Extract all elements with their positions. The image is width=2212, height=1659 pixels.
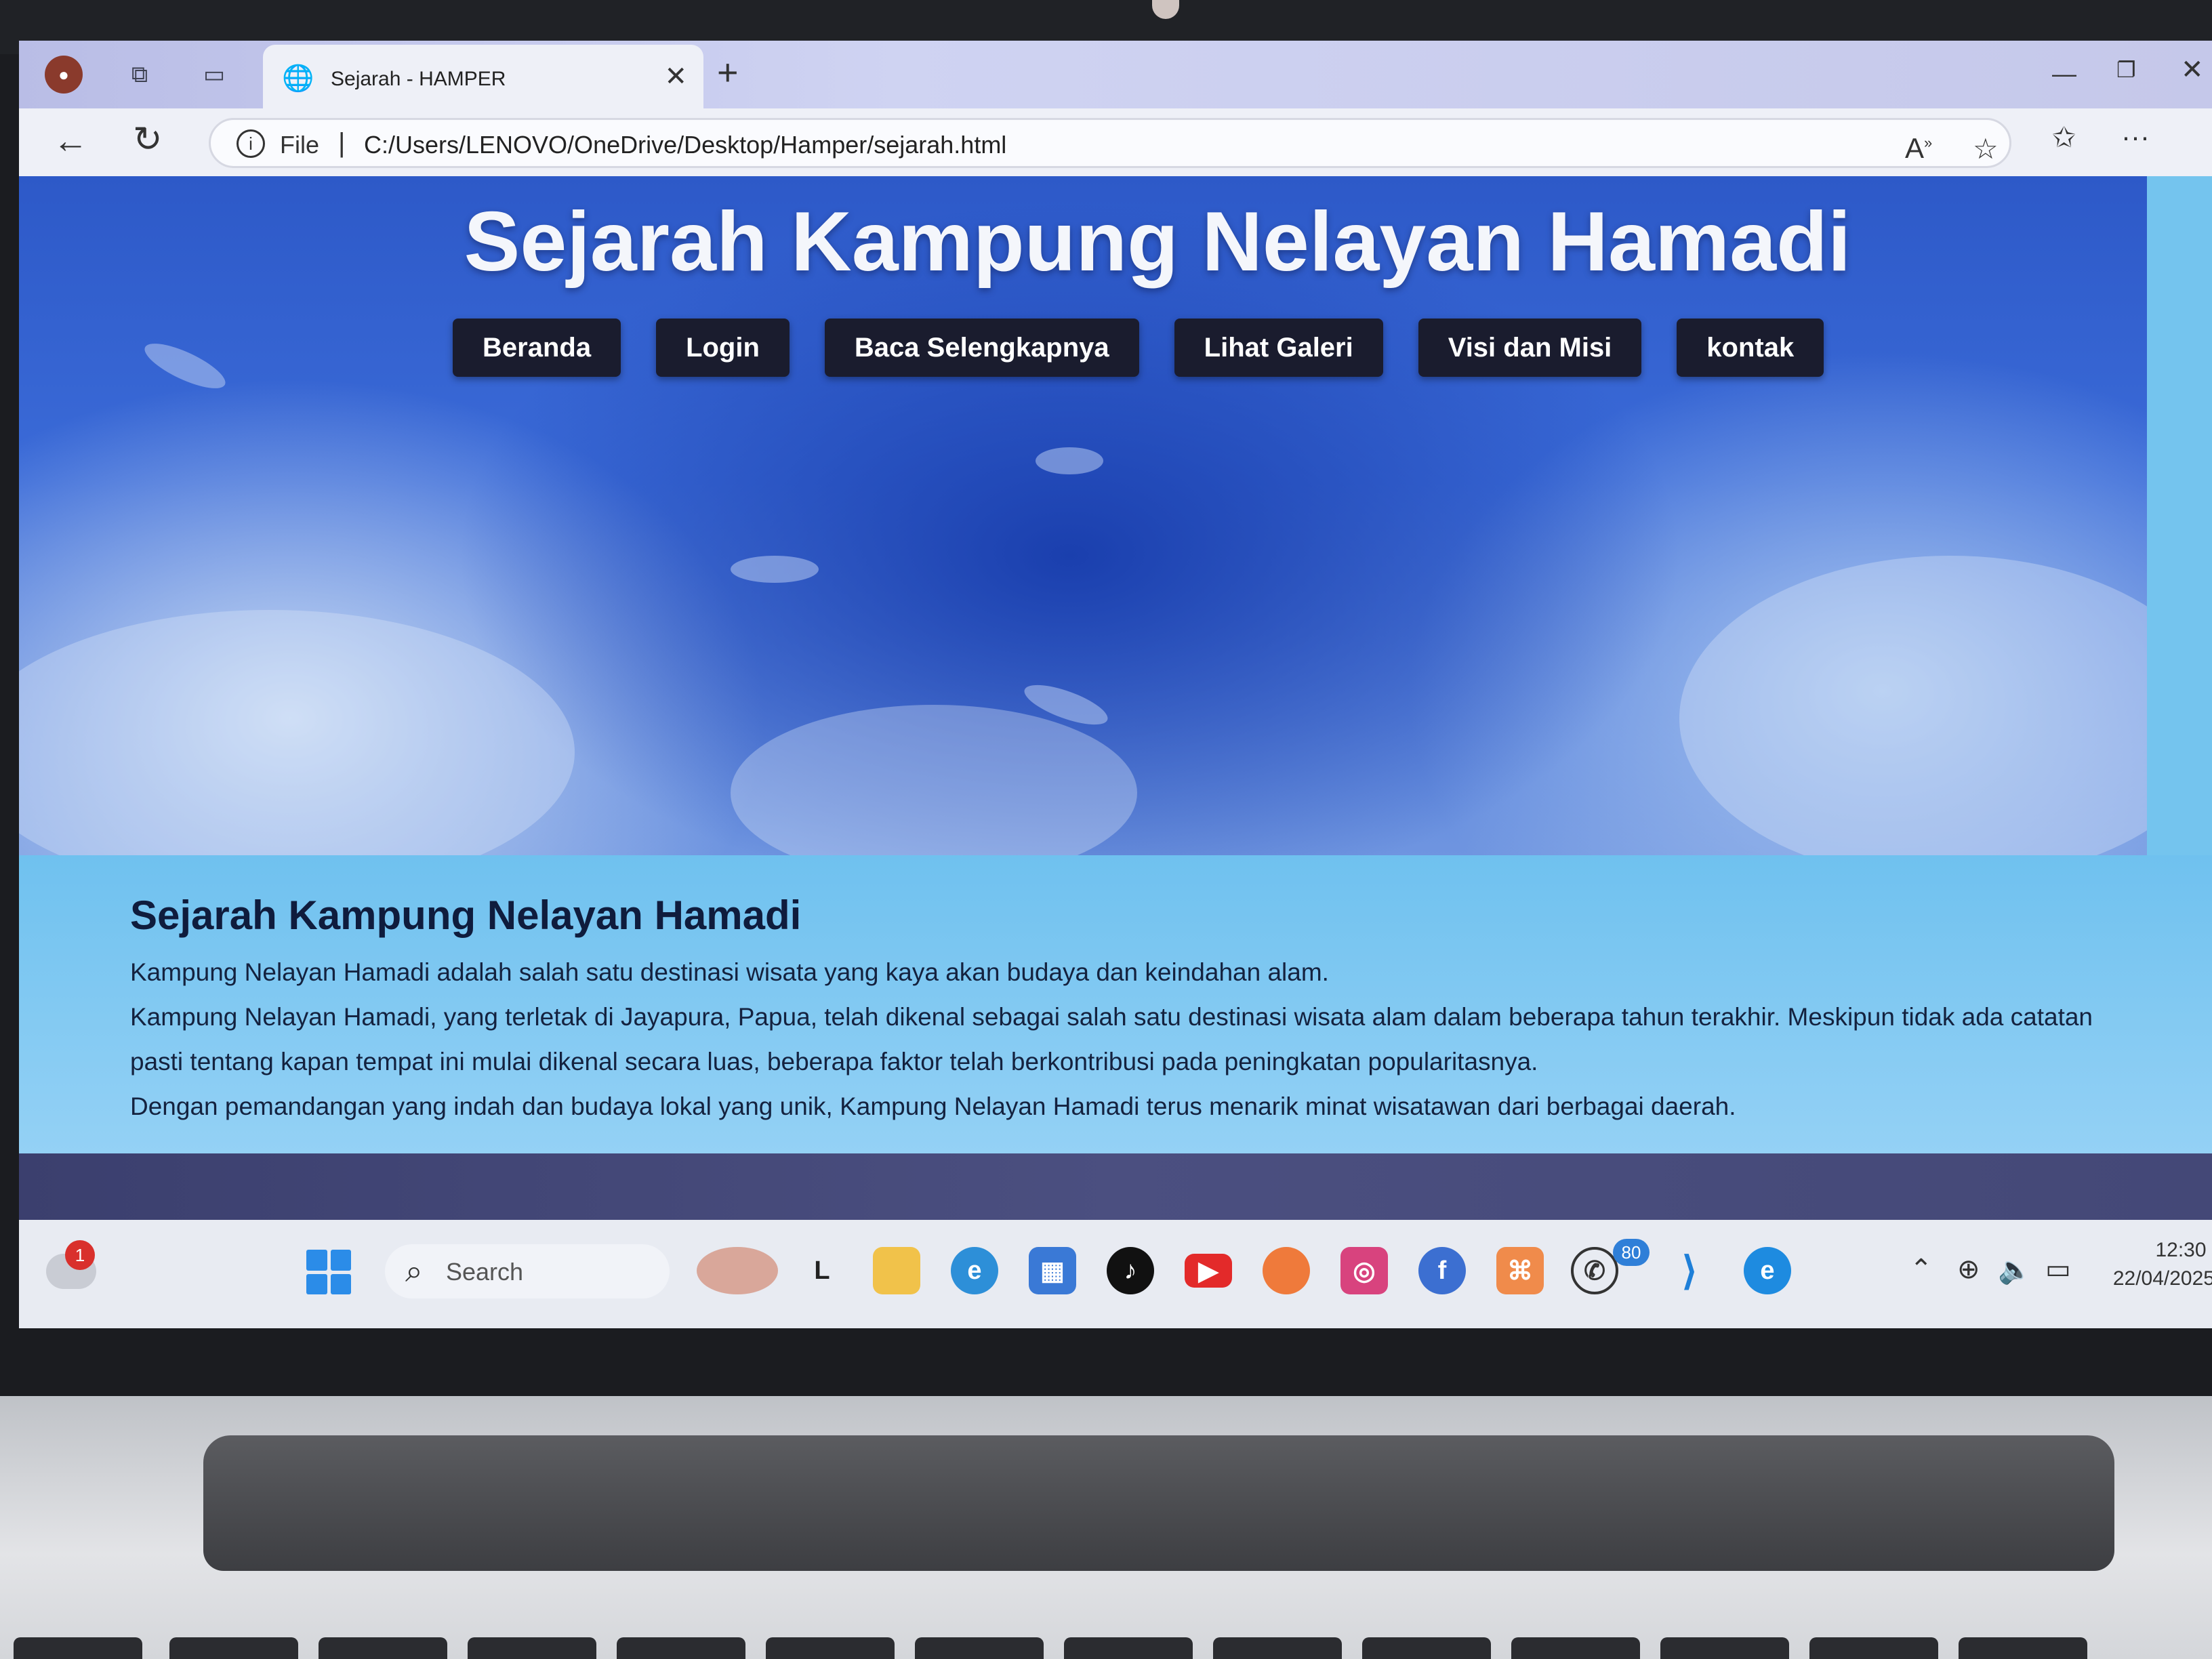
paragraph-closing: Dengan pemandangan yang indah dan budaya… <box>130 1092 1736 1120</box>
volume-icon[interactable]: 🔈 <box>1998 1254 2032 1286</box>
file-explorer-icon[interactable] <box>873 1247 920 1294</box>
hero-banner: Sejarah Kampung Nelayan Hamadi Beranda L… <box>19 176 2147 855</box>
keyboard-key <box>766 1637 895 1659</box>
info-icon[interactable]: i <box>237 129 265 158</box>
notification-badge: 1 <box>65 1240 95 1270</box>
clock-date[interactable]: 22/04/2025 <box>2093 1267 2212 1290</box>
xampp-icon[interactable]: ⌘ <box>1496 1247 1544 1294</box>
search-icon: ⌕ <box>405 1253 423 1288</box>
show-hidden-icons-icon[interactable]: ⌃ <box>1910 1254 1933 1285</box>
reload-icon[interactable]: ↻ <box>133 119 163 160</box>
taskbar-search[interactable]: ⌕ Search <box>385 1244 670 1298</box>
screen: ● ⧉ ▭ 🌐 Sejarah - HAMPER ✕ + — ❐ ✕ ← ↻ i… <box>19 41 2212 1328</box>
restore-icon[interactable]: ❐ <box>2116 57 2136 83</box>
back-arrow-icon[interactable]: ← <box>53 121 88 161</box>
nav-baca-selengkapnya-button[interactable]: Baca Selengkapnya <box>824 319 1139 377</box>
browser-toolbar: ← ↻ i File | C:/Users/LENOVO/OneDrive/De… <box>19 108 2212 176</box>
keyboard-key <box>1362 1637 1491 1659</box>
keyboard-key <box>468 1637 596 1659</box>
profile-avatar-icon[interactable]: ● <box>45 56 83 94</box>
vscode-icon[interactable]: ⟩ <box>1666 1247 1713 1294</box>
whatsapp-icon[interactable]: ✆ <box>1571 1247 1618 1294</box>
files-icon[interactable]: L <box>798 1247 846 1294</box>
web-page: Sejarah Kampung Nelayan Hamadi Beranda L… <box>19 176 2212 1220</box>
main-nav: Beranda Login Baca Selengkapnya Lihat Ga… <box>453 319 1824 377</box>
address-bar[interactable]: i File | C:/Users/LENOVO/OneDrive/Deskto… <box>209 118 2011 168</box>
paragraph-intro: Kampung Nelayan Hamadi adalah salah satu… <box>130 958 1329 986</box>
nav-kontak-button[interactable]: kontak <box>1677 319 1824 377</box>
more-options-icon[interactable]: ··· <box>2121 121 2150 153</box>
firefox-icon[interactable] <box>1263 1247 1310 1294</box>
keyboard-key <box>319 1637 447 1659</box>
youtube-icon[interactable]: ▶ <box>1185 1254 1232 1288</box>
workspaces-icon[interactable]: ⧉ <box>121 56 159 94</box>
close-tab-icon[interactable]: ✕ <box>664 61 687 92</box>
nav-visi-misi-button[interactable]: Visi dan Misi <box>1418 319 1642 377</box>
network-icon[interactable]: ⊕ <box>1957 1254 1980 1285</box>
fish-shape <box>1036 447 1103 474</box>
favorite-star-icon[interactable]: ☆ <box>1973 132 1999 165</box>
read-aloud-icon[interactable]: A» <box>1905 132 1932 165</box>
microsoft-store-icon[interactable]: ▦ <box>1029 1247 1076 1294</box>
taskbar: 1 ⌕ Search L e ▦ ♪ ▶ ◎ f ⌘ ✆ 80 ⟩ e ⌃ ⊕ … <box>19 1220 2212 1328</box>
fish-shape <box>731 556 819 583</box>
minimize-icon[interactable]: — <box>2052 60 2076 88</box>
history-section: Sejarah Kampung Nelayan Hamadi Kampung N… <box>19 855 2212 1153</box>
coral-shape <box>19 610 575 855</box>
keyboard-key <box>1660 1637 1789 1659</box>
browser-tab-strip: ● ⧉ ▭ 🌐 Sejarah - HAMPER ✕ + — ❐ ✕ <box>19 41 2212 108</box>
url-text[interactable]: C:/Users/LENOVO/OneDrive/Desktop/Hamper/… <box>364 131 1006 159</box>
address-separator: | <box>338 128 346 158</box>
keyboard-key <box>1213 1637 1342 1659</box>
nav-login-button[interactable]: Login <box>656 319 790 377</box>
new-tab-icon[interactable]: + <box>717 52 739 94</box>
fish-shape <box>139 335 231 397</box>
keyboard-key <box>617 1637 745 1659</box>
coral-shape <box>1679 556 2147 855</box>
keyboard-key <box>169 1637 298 1659</box>
paragraph-history: Kampung Nelayan Hamadi, yang terletak di… <box>130 1003 2093 1076</box>
edge-dev-icon[interactable]: e <box>1744 1247 1791 1294</box>
window-close-icon[interactable]: ✕ <box>2181 54 2204 85</box>
favorites-list-icon[interactable]: ✩ <box>2052 121 2076 154</box>
footer-band <box>19 1153 2212 1220</box>
address-scheme: File <box>280 131 320 159</box>
keyboard-key <box>1959 1637 2087 1659</box>
instagram-icon[interactable]: ◎ <box>1340 1247 1388 1294</box>
vertical-tabs-icon[interactable]: ▭ <box>195 56 233 94</box>
coral-shape <box>731 705 1137 855</box>
clock-time[interactable]: 12:30 <box>2147 1239 2212 1262</box>
search-placeholder: Search <box>446 1258 524 1286</box>
whatsapp-unread-badge: 80 <box>1613 1239 1650 1266</box>
keyboard-key <box>1511 1637 1640 1659</box>
keyboard-key <box>14 1637 142 1659</box>
battery-icon[interactable]: ▭ <box>2045 1254 2071 1285</box>
nav-lihat-galeri-button[interactable]: Lihat Galeri <box>1174 319 1383 377</box>
keyboard-key <box>1064 1637 1193 1659</box>
page-heading: Sejarah Kampung Nelayan Hamadi <box>464 195 1851 289</box>
start-button[interactable] <box>306 1250 351 1294</box>
laptop-hinge <box>203 1435 2114 1571</box>
keyboard-key <box>1809 1637 1938 1659</box>
section-title: Sejarah Kampung Nelayan Hamadi <box>130 893 802 938</box>
tab-sejarah[interactable]: 🌐 Sejarah - HAMPER ✕ <box>263 45 703 108</box>
facebook-icon[interactable]: f <box>1418 1247 1466 1294</box>
copilot-icon[interactable] <box>697 1247 778 1294</box>
tiktok-icon[interactable]: ♪ <box>1107 1247 1154 1294</box>
edge-icon[interactable]: e <box>951 1247 998 1294</box>
keyboard-key <box>915 1637 1044 1659</box>
tab-title: Sejarah - HAMPER <box>331 68 506 90</box>
nav-beranda-button[interactable]: Beranda <box>453 319 621 377</box>
globe-icon: 🌐 <box>282 64 314 93</box>
